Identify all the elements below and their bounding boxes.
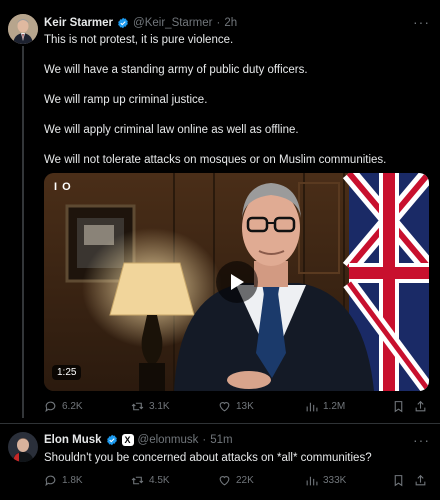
author-handle[interactable]: @Keir_Starmer [133,17,212,29]
video-player[interactable]: I O 1:25 [44,173,429,391]
share-button[interactable] [414,400,427,413]
views-button[interactable]: 333K [305,474,346,487]
bookmark-button[interactable] [392,474,405,487]
views-button[interactable]: 1.2M [305,400,345,413]
share-icon [415,400,426,412]
avatar-musk[interactable] [8,432,38,462]
reply-button[interactable]: 1.8K [44,474,83,487]
repost-icon [131,402,144,411]
bookmark-icon [394,401,403,413]
like-button[interactable]: 22K [218,474,254,487]
repost-button[interactable]: 4.5K [131,474,170,487]
share-button[interactable] [414,474,427,487]
reply-icon [45,475,56,487]
tweet-line: We will have a standing army of public d… [44,64,308,76]
repost-button[interactable]: 3.1K [131,400,170,413]
play-button[interactable] [216,261,258,303]
repost-count: 3.1K [149,401,170,412]
tweet-line: This is not protest, it is pure violence… [44,34,234,46]
reply-icon [45,401,56,413]
more-options-icon[interactable]: ··· [413,14,430,30]
tweet-actions: 1.8K 4.5K 22K 333K [44,474,429,490]
tweet-header: Elon Musk X @elonmusk · 51m [44,434,233,446]
tweet-line: We will apply criminal law online as wel… [44,124,299,136]
views-count: 1.2M [323,401,346,412]
reply-count: 6.2K [62,401,83,412]
tweet-text: Shouldn't you be concerned about attacks… [44,452,372,464]
repost-count: 4.5K [149,475,170,486]
verified-icon [106,434,117,446]
reply-button[interactable]: 6.2K [44,400,83,413]
timestamp[interactable]: 2h [224,17,237,29]
tweet-starmer[interactable]: Keir Starmer @Keir_Starmer · 2h ··· This… [0,0,440,425]
like-count: 22K [236,475,254,486]
thread-line [22,46,24,418]
separator-dot: · [216,17,221,29]
tweet-line: We will ramp up criminal justice. [44,94,208,106]
playback-indicator: I O [54,181,72,193]
repost-icon [131,476,144,485]
views-count: 333K [323,475,347,486]
bookmark-button[interactable] [392,400,405,413]
tweet-text: This is not protest, it is pure violence… [44,33,424,168]
like-button[interactable]: 13K [218,400,254,413]
reply-count: 1.8K [62,475,83,486]
author-handle[interactable]: @elonmusk [138,434,199,446]
verified-icon [118,17,128,29]
video-duration: 1:25 [52,365,82,380]
play-icon [231,274,244,290]
author-name[interactable]: Keir Starmer [44,17,113,29]
heart-icon [219,476,230,486]
x-affiliate-badge-icon: X [121,434,134,446]
views-icon [306,476,318,486]
like-count: 13K [236,401,254,412]
separator-dot: · [202,434,207,446]
heart-icon [219,402,230,412]
views-icon [306,402,318,412]
timestamp[interactable]: 51m [210,434,232,446]
tweet-header: Keir Starmer @Keir_Starmer · 2h [44,17,237,29]
author-name[interactable]: Elon Musk [44,434,102,446]
tweet-line: We will not tolerate attacks on mosques … [44,154,387,166]
avatar-starmer[interactable] [8,14,38,44]
more-options-icon[interactable]: ··· [413,432,430,448]
tweet-musk[interactable]: Elon Musk X @elonmusk · 51m ··· Shouldn'… [0,424,440,500]
tweet-actions: 6.2K 3.1K 13K 1.2M [44,400,429,416]
share-icon [415,474,426,486]
bookmark-icon [394,475,403,487]
